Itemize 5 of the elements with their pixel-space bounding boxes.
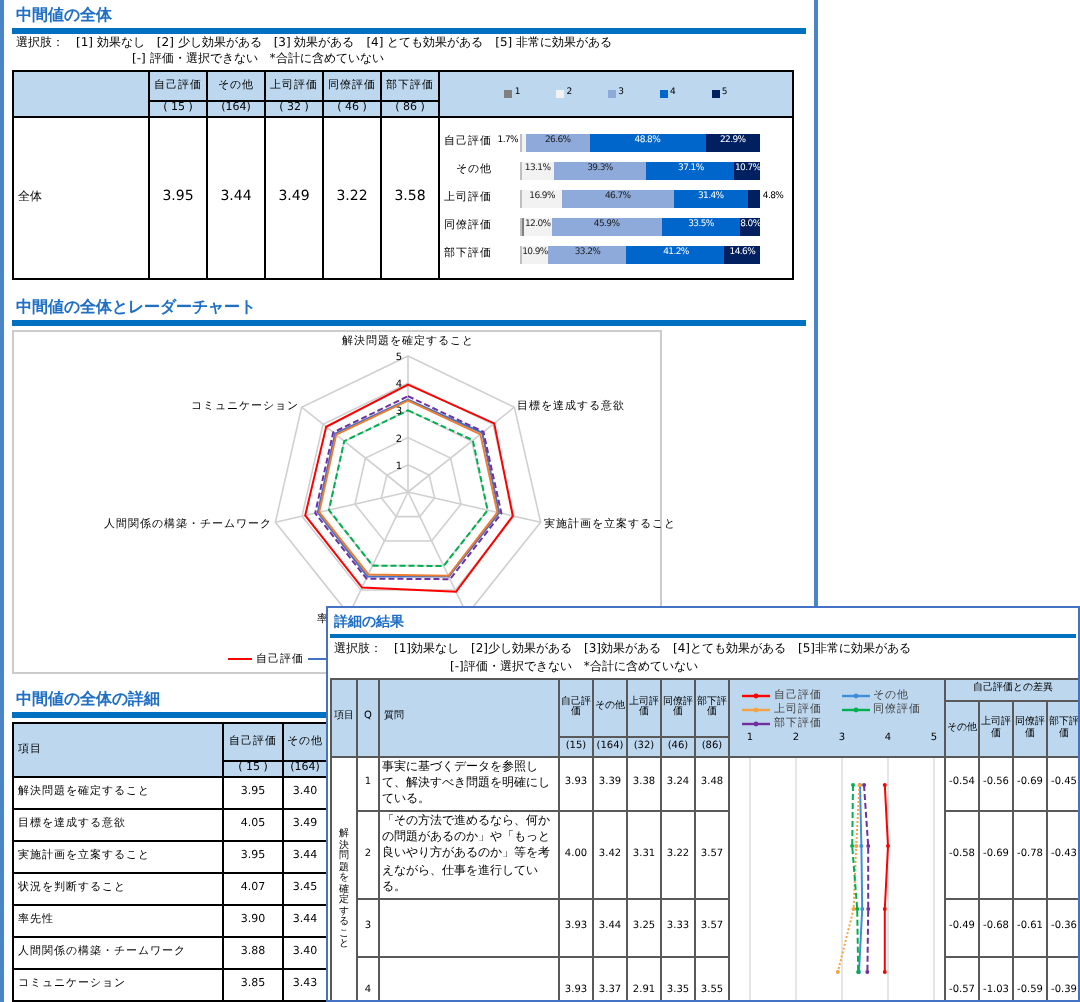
section-title: 中間値の全体とレーダーチャート [12, 292, 806, 326]
bar-segment [522, 133, 527, 151]
header-cell [13, 71, 149, 117]
bar-segment [748, 189, 760, 207]
section-title: 中間値の全体 [12, 0, 806, 34]
